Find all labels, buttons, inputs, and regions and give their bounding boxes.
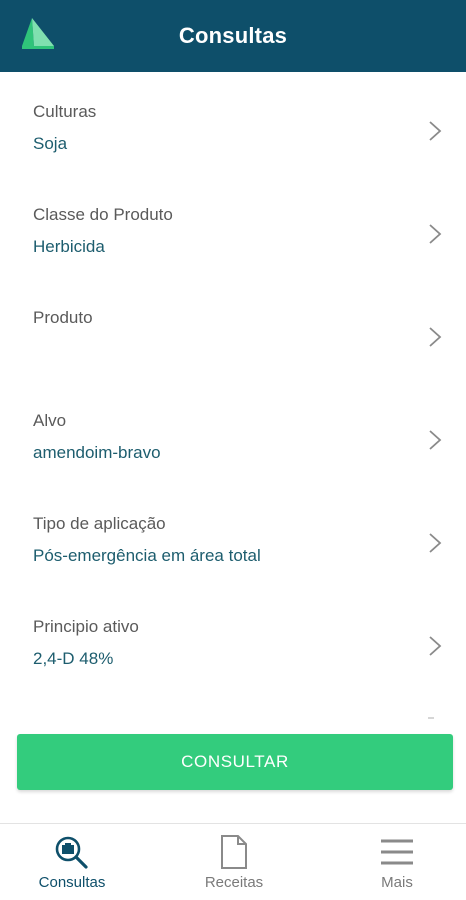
leaf-logo-icon <box>22 18 54 49</box>
bottom-nav: Consultas Receitas Mais <box>0 823 466 900</box>
nav-item-consultas[interactable]: Consultas <box>12 834 132 891</box>
field-tipo-aplicacao[interactable]: Tipo de aplicação Pós-emergência em área… <box>0 484 466 587</box>
chevron-right-icon <box>429 121 442 141</box>
field-classe-produto[interactable]: Classe do Produto Herbicida <box>0 175 466 278</box>
menu-icon <box>381 839 413 865</box>
field-label: Tipo de aplicação <box>33 514 166 533</box>
field-value: Pós-emergência em área total <box>33 546 261 565</box>
scroll-fade <box>428 717 434 719</box>
consultar-button[interactable]: CONSULTAR <box>17 734 453 790</box>
app-header: Consultas <box>0 0 466 72</box>
field-value: Herbicida <box>33 237 105 256</box>
chevron-right-icon <box>429 636 442 656</box>
field-alvo[interactable]: Alvo amendoim-bravo <box>0 381 466 484</box>
field-value: 2,4-D 48% <box>33 649 114 668</box>
field-label: Culturas <box>33 102 97 121</box>
nav-label: Mais <box>381 874 413 891</box>
field-label: Alvo <box>33 411 67 430</box>
field-label: Produto <box>33 308 93 327</box>
field-principio-ativo[interactable]: Principio ativo 2,4-D 48% <box>0 587 466 690</box>
nav-item-mais[interactable]: Mais <box>337 834 457 891</box>
nav-label: Receitas <box>204 874 264 891</box>
chevron-right-icon <box>429 327 442 347</box>
chevron-right-icon <box>429 224 442 244</box>
chevron-right-icon <box>429 533 442 553</box>
field-label: Classe do Produto <box>33 205 173 224</box>
chevron-right-icon <box>429 430 442 450</box>
document-icon <box>221 835 247 869</box>
field-value: amendoim-bravo <box>33 443 161 462</box>
field-value: Soja <box>33 134 68 153</box>
field-culturas[interactable]: Culturas Soja <box>0 72 466 175</box>
page-title: Consultas <box>178 23 288 48</box>
field-label: Principio ativo <box>33 617 139 636</box>
search-doc-icon <box>55 836 88 869</box>
field-produto[interactable]: Produto <box>0 278 466 381</box>
filter-list: Culturas Soja Classe do Produto Herbicid… <box>0 72 466 690</box>
nav-item-receitas[interactable]: Receitas <box>174 834 294 891</box>
nav-label: Consultas <box>38 874 106 891</box>
